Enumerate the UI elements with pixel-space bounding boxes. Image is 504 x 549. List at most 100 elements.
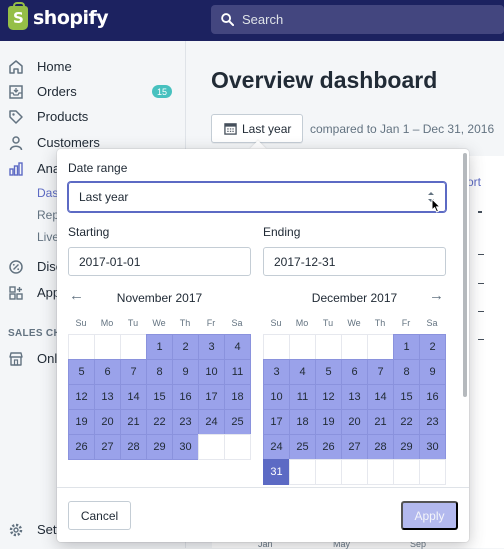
day-cell[interactable]: 28 <box>367 434 394 460</box>
search-bar[interactable]: Search <box>211 5 504 34</box>
day-cell[interactable]: 27 <box>341 434 368 460</box>
day-cell[interactable]: 11 <box>289 384 316 410</box>
day-cell[interactable]: 19 <box>315 409 342 435</box>
day-cell[interactable]: 24 <box>263 434 290 460</box>
month-title: December 2017 <box>311 291 398 305</box>
search-icon <box>221 13 234 26</box>
mouse-pointer-icon <box>431 198 441 213</box>
day-cell[interactable]: 6 <box>94 359 121 385</box>
value-dash <box>478 283 484 284</box>
sidebar-item-orders[interactable]: Orders 15 <box>0 79 186 104</box>
day-cell[interactable]: 27 <box>94 434 121 460</box>
day-cell[interactable]: 8 <box>393 359 420 385</box>
starting-date-input[interactable]: 2017-01-01 <box>68 247 251 276</box>
day-cell[interactable]: 7 <box>120 359 147 385</box>
day-cell[interactable]: 12 <box>315 384 342 410</box>
day-cell[interactable]: 4 <box>289 359 316 385</box>
day-cell[interactable]: 30 <box>419 434 446 460</box>
calendar-november: Su Mo Tu We Th Fr Sa 1 2 3 4 5 6 7 8 9 10 11 12 13 14 15 16 17… <box>68 312 251 460</box>
day-cell[interactable]: 28 <box>120 434 147 460</box>
day-cell[interactable]: 1 <box>393 334 420 360</box>
value-dash <box>478 211 482 213</box>
empty-day-cell <box>198 434 225 460</box>
day-cell[interactable]: 4 <box>224 334 251 360</box>
day-cell[interactable]: 30 <box>172 434 199 460</box>
report-link[interactable]: ort <box>467 175 481 189</box>
day-cell[interactable]: 19 <box>68 409 95 435</box>
day-cell[interactable]: 16 <box>172 384 199 410</box>
scrollbar-thumb[interactable] <box>463 153 467 397</box>
day-cell[interactable]: 14 <box>120 384 147 410</box>
day-cell[interactable]: 10 <box>263 384 290 410</box>
day-cell[interactable]: 2 <box>172 334 199 360</box>
day-cell[interactable]: 3 <box>263 359 290 385</box>
day-cell[interactable]: 9 <box>419 359 446 385</box>
selected-end-day[interactable]: 31 <box>263 459 290 485</box>
home-icon <box>7 58 25 76</box>
day-cell[interactable]: 26 <box>315 434 342 460</box>
weekday-label: Fr <box>206 318 216 328</box>
day-cell[interactable]: 26 <box>68 434 95 460</box>
day-cell[interactable]: 6 <box>341 359 368 385</box>
weekday-header: Su Mo Tu We Th Fr Sa <box>68 312 251 334</box>
day-cell[interactable]: 29 <box>393 434 420 460</box>
weekday-label: Fr <box>401 318 411 328</box>
ending-date-input[interactable]: 2017-12-31 <box>263 247 446 276</box>
day-cell[interactable]: 12 <box>68 384 95 410</box>
day-cell[interactable]: 9 <box>172 359 199 385</box>
date-range-button[interactable]: Last year <box>211 114 303 143</box>
day-cell[interactable]: 15 <box>146 384 173 410</box>
day-cell[interactable]: 1 <box>146 334 173 360</box>
calendar-december: Su Mo Tu We Th Fr Sa 1 2 3 4 5 6 7 8 9 10 11 12 13 14 15 16 17… <box>263 312 446 485</box>
day-cell[interactable]: 20 <box>94 409 121 435</box>
search-input[interactable]: Search <box>242 12 283 27</box>
day-cell[interactable]: 16 <box>419 384 446 410</box>
day-cell[interactable]: 21 <box>120 409 147 435</box>
day-cell[interactable]: 13 <box>341 384 368 410</box>
day-cell[interactable]: 5 <box>68 359 95 385</box>
day-cell[interactable]: 22 <box>393 409 420 435</box>
weekday-label: Su <box>270 318 282 328</box>
apps-icon <box>7 284 25 302</box>
day-cell[interactable]: 5 <box>315 359 342 385</box>
date-range-select[interactable]: Last year <box>68 182 446 212</box>
day-cell[interactable]: 23 <box>419 409 446 435</box>
empty-day-cell <box>341 459 368 485</box>
popover-footer: Cancel Apply <box>57 487 469 542</box>
day-cell[interactable]: 17 <box>263 409 290 435</box>
sidebar-item-label: Home <box>37 59 72 74</box>
day-cell[interactable]: 3 <box>198 334 225 360</box>
day-cell[interactable]: 10 <box>198 359 225 385</box>
day-cell[interactable]: 14 <box>367 384 394 410</box>
day-cell[interactable]: 21 <box>367 409 394 435</box>
ending-label: Ending <box>263 225 301 239</box>
empty-day-cell <box>120 334 147 360</box>
weekday-label: Mo <box>295 318 309 328</box>
day-cell[interactable]: 18 <box>289 409 316 435</box>
day-cell[interactable]: 25 <box>289 434 316 460</box>
popover-scrollbar[interactable] <box>461 149 469 487</box>
date-range-popover: Date range Last year Starting Ending 201… <box>57 149 469 542</box>
day-cell[interactable]: 7 <box>367 359 394 385</box>
day-cell[interactable]: 18 <box>224 384 251 410</box>
empty-day-cell <box>341 334 368 360</box>
weekday-label: Sa <box>426 318 438 328</box>
day-cell[interactable]: 8 <box>146 359 173 385</box>
day-cell[interactable]: 11 <box>224 359 251 385</box>
day-cell[interactable]: 2 <box>419 334 446 360</box>
orders-icon <box>7 83 25 101</box>
day-cell[interactable]: 24 <box>198 409 225 435</box>
day-cell[interactable]: 22 <box>146 409 173 435</box>
day-cell[interactable]: 23 <box>172 409 199 435</box>
day-cell[interactable]: 15 <box>393 384 420 410</box>
sidebar-item-home[interactable]: Home <box>0 54 186 79</box>
apply-button[interactable]: Apply <box>401 501 458 530</box>
cancel-button[interactable]: Cancel <box>68 501 131 530</box>
day-cell[interactable]: 29 <box>146 434 173 460</box>
day-cell[interactable]: 13 <box>94 384 121 410</box>
sidebar-item-products[interactable]: Products <box>0 104 186 129</box>
day-cell[interactable]: 25 <box>224 409 251 435</box>
shopify-logo[interactable]: S shopify <box>8 2 109 30</box>
day-cell[interactable]: 17 <box>198 384 225 410</box>
day-cell[interactable]: 20 <box>341 409 368 435</box>
